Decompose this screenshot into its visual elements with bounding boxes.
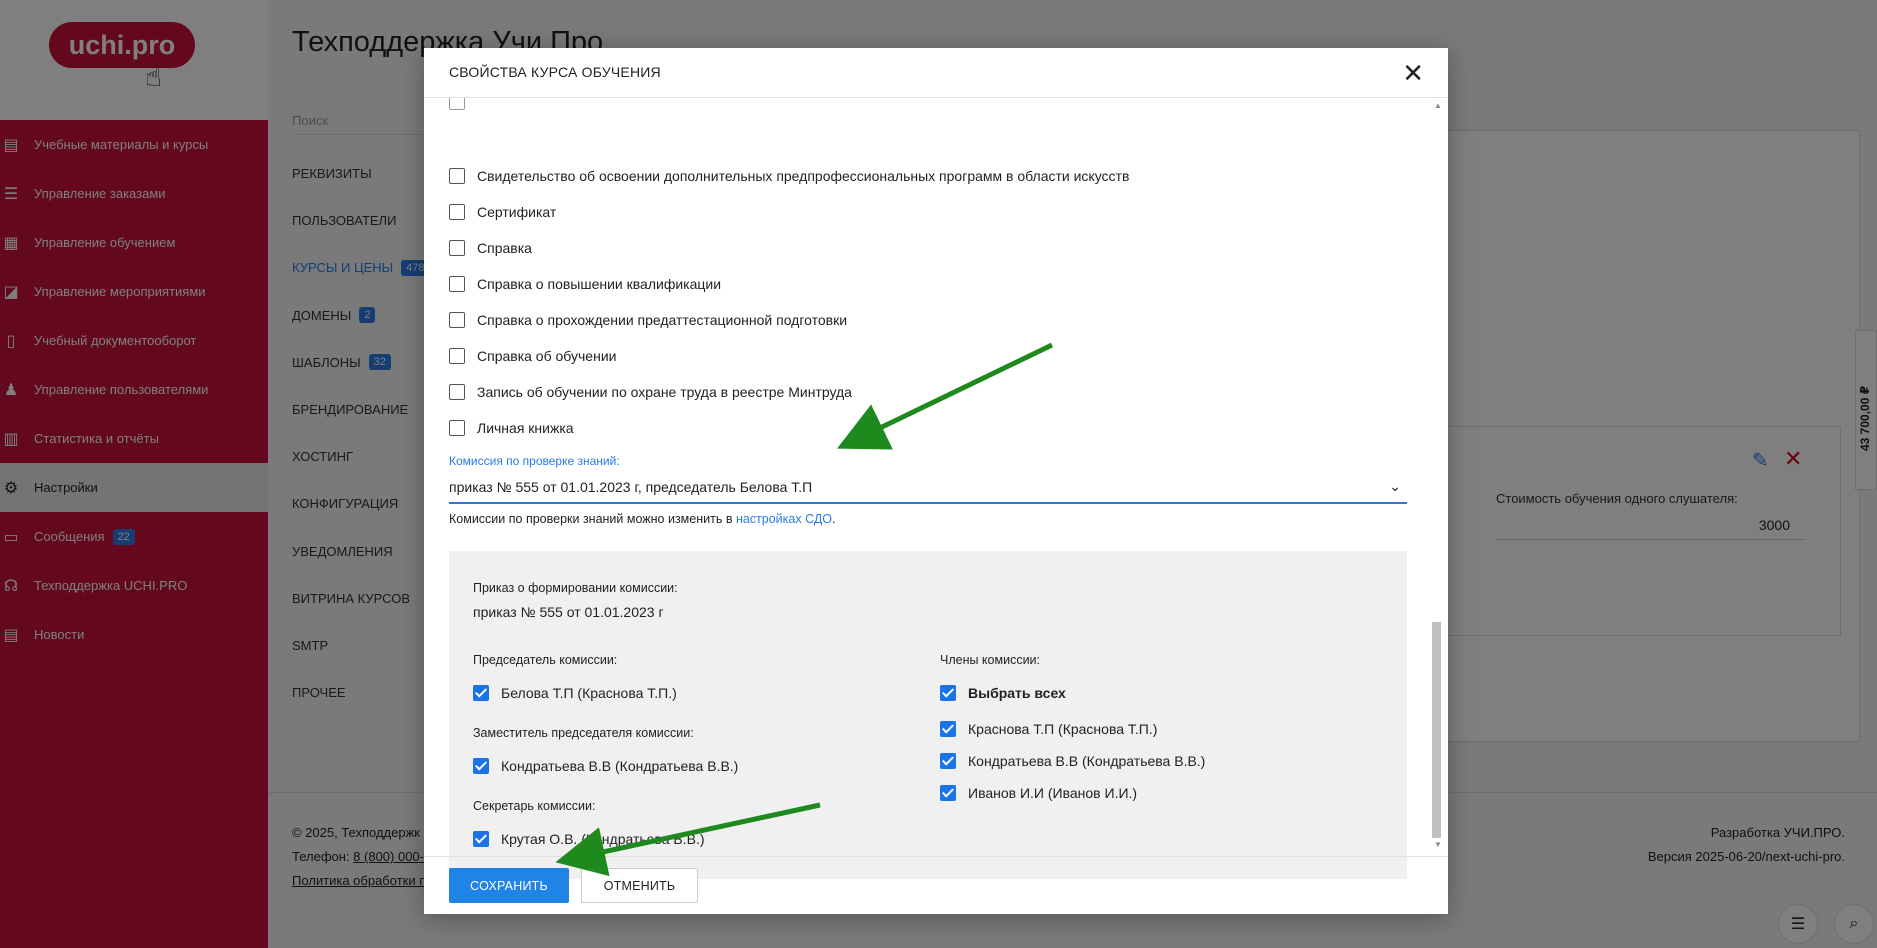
commission-label: Комиссия по проверке знаний: <box>449 454 620 468</box>
select-all-label: Выбрать всех <box>968 685 1066 701</box>
order-value: приказ № 555 от 01.01.2023 г <box>473 604 664 620</box>
checkbox-row[interactable]: Свидетельство об освоении дополнительных… <box>449 164 1129 188</box>
chevron-down-icon: ⌄ <box>1389 478 1401 494</box>
commission-value: приказ № 555 от 01.01.2023 г, председате… <box>449 479 813 495</box>
checkbox-checked[interactable] <box>473 685 489 701</box>
checkbox-label: Личная книжка <box>477 420 574 436</box>
checkbox[interactable] <box>449 312 465 328</box>
chair-label: Председатель комиссии: <box>473 653 618 667</box>
checkbox-row[interactable]: Справка <box>449 236 532 260</box>
checkbox-label: Справка <box>477 240 532 256</box>
secretary-label: Секретарь комиссии: <box>473 799 596 813</box>
deputy-row[interactable]: Кондратьева В.В (Кондратьева В.В.) <box>473 755 738 777</box>
commission-select[interactable]: приказ № 555 от 01.01.2023 г, председате… <box>449 472 1407 504</box>
checkbox-checked[interactable] <box>473 758 489 774</box>
scroll-up-icon[interactable]: ▲ <box>1434 101 1442 110</box>
modal-footer: СОХРАНИТЬ ОТМЕНИТЬ <box>424 856 1448 914</box>
order-label: Приказ о формировании комиссии: <box>473 581 678 595</box>
settings-link[interactable]: настройках СДО <box>736 512 832 526</box>
scrollbar-thumb[interactable] <box>1432 622 1441 838</box>
checkbox[interactable] <box>449 276 465 292</box>
member-row[interactable]: Кондратьева В.В (Кондратьева В.В.) <box>940 750 1205 772</box>
hint-end: . <box>832 512 836 526</box>
select-all-row[interactable]: Выбрать всех <box>940 682 1066 704</box>
checkbox[interactable] <box>449 348 465 364</box>
chair-row[interactable]: Белова Т.П (Краснова Т.П.) <box>473 682 677 704</box>
commission-hint: Комиссии по проверки знаний можно измени… <box>449 512 836 526</box>
member-name: Кондратьева В.В (Кондратьева В.В.) <box>968 753 1206 769</box>
chair-name: Белова Т.П (Краснова Т.П.) <box>501 685 677 701</box>
save-button[interactable]: СОХРАНИТЬ <box>449 868 569 903</box>
modal-header: СВОЙСТВА КУРСА ОБУЧЕНИЯ ✕ <box>424 48 1448 98</box>
checkbox[interactable] <box>449 98 465 110</box>
checkbox-label: Свидетельство об освоении дополнительных… <box>477 168 1130 184</box>
secretary-name: Крутая О.В. (Кондратьева В.В.) <box>501 831 705 847</box>
member-name: Краснова Т.П (Краснова Т.П.) <box>968 721 1158 737</box>
checkbox-row-partial[interactable] <box>449 98 477 114</box>
commission-details: Приказ о формировании комиссии: приказ №… <box>449 551 1407 879</box>
checkbox-checked[interactable] <box>473 831 489 847</box>
scroll-down-icon[interactable]: ▼ <box>1434 840 1442 849</box>
checkbox[interactable] <box>449 240 465 256</box>
cancel-button[interactable]: ОТМЕНИТЬ <box>581 868 698 903</box>
checkbox-row[interactable]: Запись об обучении по охране труда в рее… <box>449 380 852 404</box>
members-label: Члены комиссии: <box>940 653 1041 667</box>
checkbox-checked[interactable] <box>940 685 956 701</box>
hint-text: Комиссии по проверки знаний можно измени… <box>449 512 736 526</box>
checkbox-checked[interactable] <box>940 785 956 801</box>
checkbox[interactable] <box>449 168 465 184</box>
checkbox[interactable] <box>449 420 465 436</box>
checkbox-row[interactable]: Справка о повышении квалификации <box>449 272 721 296</box>
modal-title: СВОЙСТВА КУРСА ОБУЧЕНИЯ <box>449 64 661 80</box>
checkbox-row[interactable]: Справка об обучении <box>449 344 616 368</box>
checkbox-label: Справка об обучении <box>477 348 617 364</box>
checkbox-label: Справка о повышении квалификации <box>477 276 722 292</box>
checkbox-row[interactable]: Личная книжка <box>449 416 574 440</box>
checkbox[interactable] <box>449 384 465 400</box>
checkbox-label: Сертификат <box>477 204 557 220</box>
secretary-row[interactable]: Крутая О.В. (Кондратьева В.В.) <box>473 828 705 850</box>
checkbox-checked[interactable] <box>940 721 956 737</box>
checkbox-checked[interactable] <box>940 753 956 769</box>
checkbox-label: Запись об обучении по охране труда в рее… <box>477 384 852 400</box>
member-name: Иванов И.И (Иванов И.И.) <box>968 785 1138 801</box>
checkbox-row[interactable]: Справка о прохождении предаттестационной… <box>449 308 847 332</box>
member-row[interactable]: Краснова Т.П (Краснова Т.П.) <box>940 718 1157 740</box>
checkbox-row[interactable]: Сертификат <box>449 200 556 224</box>
checkbox-label: Справка о прохождении предаттестационной… <box>477 312 848 328</box>
deputy-label: Заместитель председателя комиссии: <box>473 726 694 740</box>
modal-body: Свидетельство об освоении дополнительных… <box>424 98 1448 904</box>
member-row[interactable]: Иванов И.И (Иванов И.И.) <box>940 782 1137 804</box>
close-icon[interactable]: ✕ <box>1402 58 1424 88</box>
deputy-name: Кондратьева В.В (Кондратьева В.В.) <box>501 758 739 774</box>
checkbox[interactable] <box>449 204 465 220</box>
course-properties-modal: СВОЙСТВА КУРСА ОБУЧЕНИЯ ✕ Свидетельство … <box>424 48 1448 914</box>
